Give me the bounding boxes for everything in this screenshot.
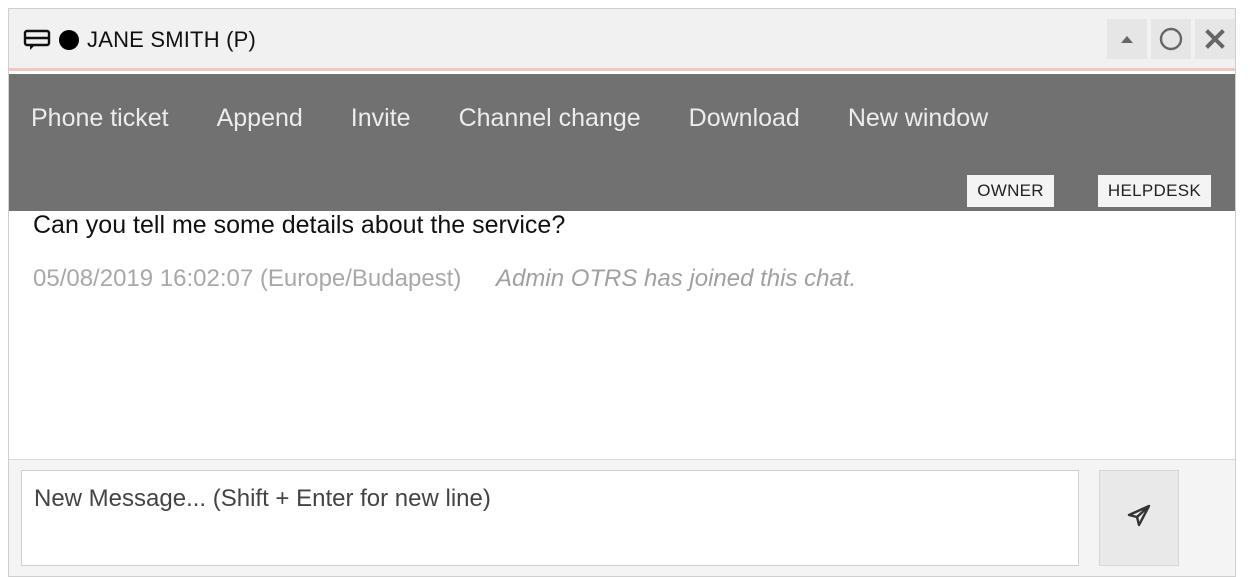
triangle-up-icon: [1120, 34, 1134, 44]
status-dot: [59, 30, 79, 50]
chat-window: JANE SMITH (P) Phone ticket Append Invit…: [8, 8, 1236, 577]
chat-action-bar: Phone ticket Append Invite Channel chang…: [9, 74, 1235, 211]
message-composer: [9, 459, 1235, 576]
window-controls: [1107, 19, 1235, 59]
append-link[interactable]: Append: [217, 104, 303, 133]
helpdesk-tag: HELPDESK: [1097, 175, 1211, 207]
send-button[interactable]: [1099, 470, 1179, 566]
circle-icon: [1159, 27, 1183, 51]
message-timestamp: 05/08/2019 16:02:07 (Europe/Budapest): [33, 265, 462, 292]
title-group: JANE SMITH (P): [23, 9, 256, 71]
chat-title: JANE SMITH (P): [87, 27, 257, 52]
maximize-button[interactable]: [1151, 19, 1191, 59]
channel-change-link[interactable]: Channel change: [459, 104, 641, 133]
system-note: Admin OTRS has joined this chat.: [496, 265, 857, 292]
chat-bubbles-icon: [23, 28, 51, 52]
close-button[interactable]: [1195, 19, 1235, 59]
minimize-button[interactable]: [1107, 19, 1147, 59]
new-window-link[interactable]: New window: [848, 104, 988, 133]
paper-plane-icon: [1126, 503, 1152, 534]
phone-ticket-link[interactable]: Phone ticket: [31, 104, 169, 133]
download-link[interactable]: Download: [689, 104, 800, 133]
system-message: 05/08/2019 16:02:07 (Europe/Budapest) Ad…: [33, 265, 856, 293]
new-message-input[interactable]: [21, 470, 1079, 566]
owner-tag: OWNER: [967, 175, 1054, 207]
role-tags: OWNER HELPDESK: [967, 175, 1211, 207]
invite-link[interactable]: Invite: [351, 104, 411, 133]
message-list: Can you tell me some details about the s…: [9, 211, 1235, 459]
close-icon: [1205, 29, 1225, 49]
customer-message: Can you tell me some details about the s…: [33, 211, 566, 239]
action-links: Phone ticket Append Invite Channel chang…: [31, 104, 988, 133]
chat-titlebar: JANE SMITH (P): [9, 9, 1235, 71]
